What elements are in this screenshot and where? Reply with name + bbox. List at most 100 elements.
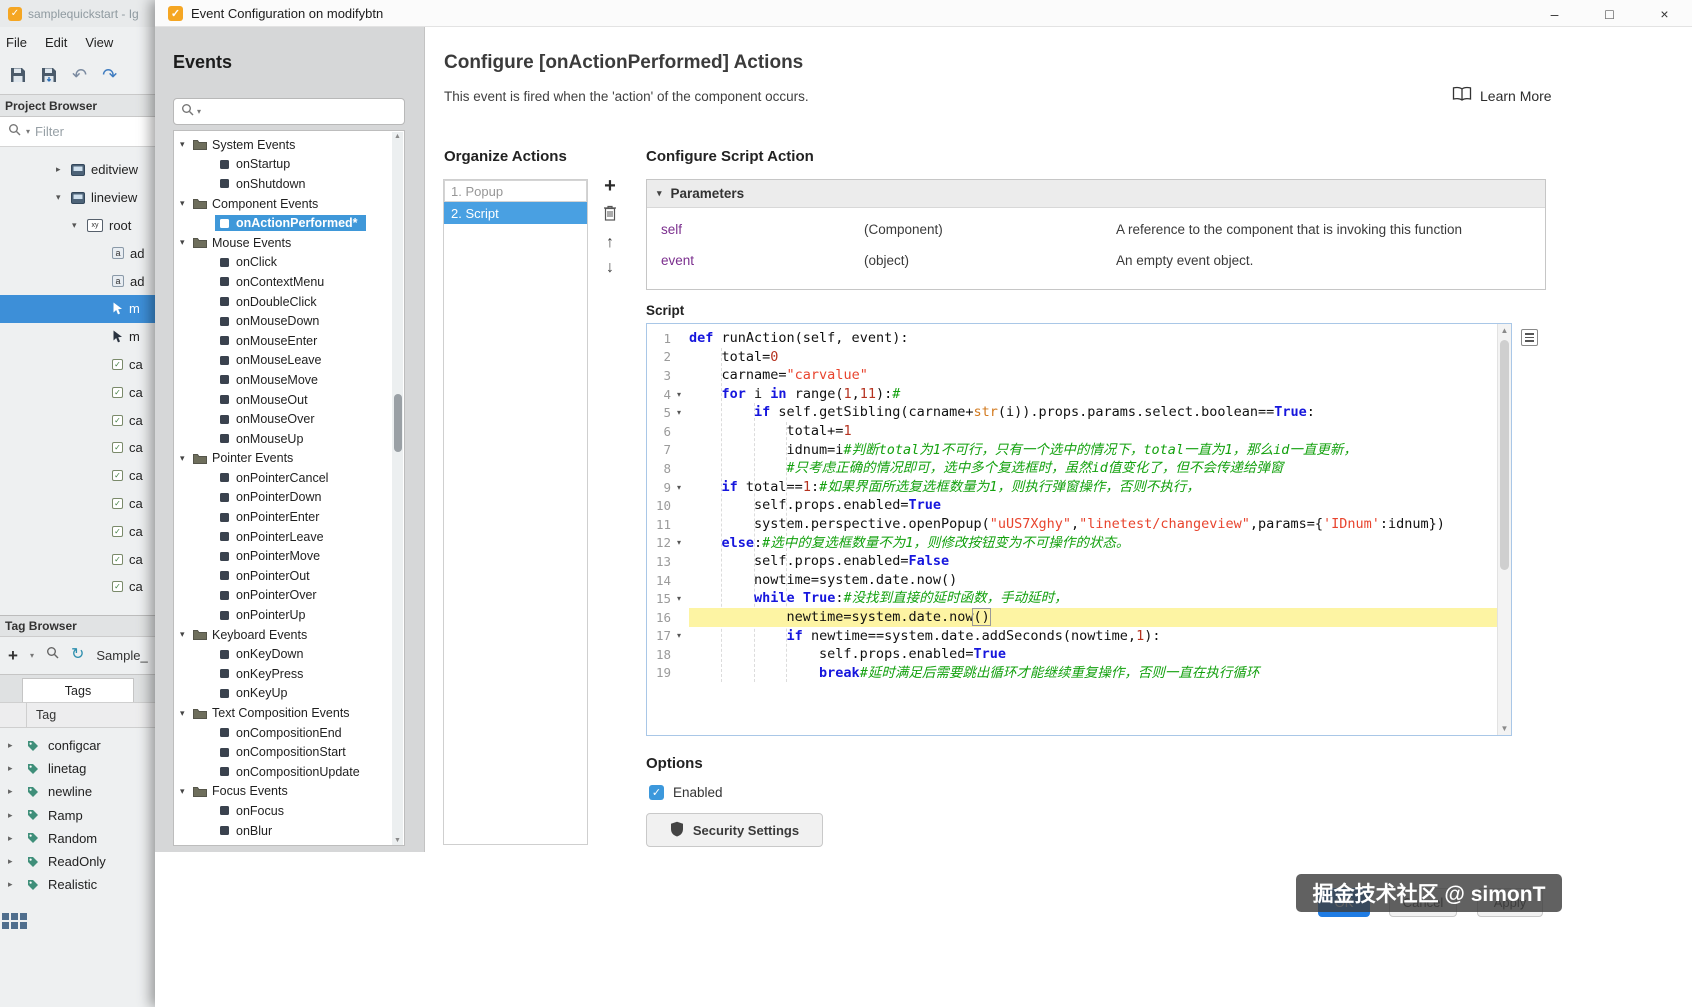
chevron-down-icon[interactable]: ▾ xyxy=(180,139,193,150)
tag-row-newline[interactable]: ▸newline xyxy=(0,780,155,803)
code-line-15[interactable]: while True:#没找到直接的延时函数，手动延时， xyxy=(689,589,1497,608)
tag-provider-select[interactable]: Sample_ xyxy=(96,648,147,663)
scroll-up-icon[interactable]: ▲ xyxy=(392,133,403,140)
event-item-onkeypress[interactable]: onKeyPress xyxy=(174,664,404,684)
event-item-onfocus[interactable]: onFocus xyxy=(174,801,404,821)
event-item-onkeyup[interactable]: onKeyUp xyxy=(174,684,404,704)
chevron-right-icon[interactable]: ▸ xyxy=(8,763,18,774)
project-filter-input[interactable]: ▾ Filter xyxy=(0,117,155,147)
event-item-onpointerout[interactable]: onPointerOut xyxy=(174,566,404,586)
event-group-keyboard-events[interactable]: ▾Keyboard Events xyxy=(174,625,404,645)
tag-row-random[interactable]: ▸Random xyxy=(0,827,155,850)
add-action-button[interactable]: + xyxy=(604,176,616,196)
code-line-19[interactable]: break#延时满足后需要跳出循环才能继续重复操作，否则一直在执行循环 xyxy=(689,664,1497,683)
code-line-4[interactable]: for i in range(1,11):# xyxy=(689,385,1497,404)
project-tree-item[interactable]: ✓ca xyxy=(0,378,155,406)
add-tag-button[interactable]: + xyxy=(8,647,18,664)
code-line-6[interactable]: total+=1 xyxy=(689,422,1497,441)
event-item-onmouseover[interactable]: onMouseOver xyxy=(174,409,404,429)
scrollbar-thumb[interactable] xyxy=(1500,340,1509,570)
code-line-8[interactable]: #只考虑正确的情况即可，选中多个复选框时，虽然id值变化了，但不会传递给弹窗 xyxy=(689,459,1497,478)
event-item-onmousemove[interactable]: onMouseMove xyxy=(174,370,404,390)
action-item-1[interactable]: 1. Popup xyxy=(444,180,587,202)
tag-row-ramp[interactable]: ▸Ramp xyxy=(0,804,155,827)
refresh-icon[interactable]: ↻ xyxy=(71,647,84,663)
code-line-5[interactable]: if self.getSibling(carname+str(i)).props… xyxy=(689,403,1497,422)
project-tree-item[interactable]: ✓ca xyxy=(0,406,155,434)
project-tree-item[interactable]: m xyxy=(0,295,155,323)
enabled-checkbox[interactable]: ✓ xyxy=(649,785,664,800)
project-tree-item[interactable]: ▾lineview xyxy=(0,184,155,212)
event-item-onpointerenter[interactable]: onPointerEnter xyxy=(174,507,404,527)
event-item-onpointermove[interactable]: onPointerMove xyxy=(174,546,404,566)
project-tree-item[interactable]: ✓ca xyxy=(0,517,155,545)
chevron-down-icon[interactable]: ▾ xyxy=(180,786,193,797)
save-all-icon[interactable] xyxy=(41,67,57,83)
project-tree-item[interactable]: ▾xyroot xyxy=(0,212,155,240)
project-tree-item[interactable]: ✓ca xyxy=(0,462,155,490)
action-item-2[interactable]: 2. Script xyxy=(444,202,587,224)
code-line-10[interactable]: self.props.enabled=True xyxy=(689,496,1497,515)
chevron-down-icon[interactable]: ▾ xyxy=(180,629,193,640)
security-settings-button[interactable]: Security Settings xyxy=(646,813,823,847)
move-down-button[interactable]: ↓ xyxy=(606,260,614,276)
chevron-right-icon[interactable]: ▸ xyxy=(8,856,18,867)
close-button[interactable]: × xyxy=(1637,0,1692,27)
scrollbar-thumb[interactable] xyxy=(394,394,402,452)
event-item-onpointerover[interactable]: onPointerOver xyxy=(174,586,404,606)
events-search-input[interactable]: ▾ xyxy=(173,98,405,125)
event-item-onpointercancel[interactable]: onPointerCancel xyxy=(174,468,404,488)
code-fold-icon[interactable]: ▾ xyxy=(671,483,687,492)
code-line-12[interactable]: else:#选中的复选框数量不为1，则修改按钮变为不可操作的状态。 xyxy=(689,534,1497,553)
event-item-onclick[interactable]: onClick xyxy=(174,253,404,273)
code-line-11[interactable]: system.perspective.openPopup("uUS7Xghy",… xyxy=(689,515,1497,534)
chevron-down-icon[interactable]: ▾ xyxy=(72,220,87,231)
event-group-pointer-events[interactable]: ▾Pointer Events xyxy=(174,449,404,469)
chevron-down-icon[interactable]: ▾ xyxy=(180,198,193,209)
project-tree-item[interactable]: ✓ca xyxy=(0,434,155,462)
event-item-onmouseenter[interactable]: onMouseEnter xyxy=(174,331,404,351)
undo-icon[interactable]: ↶ xyxy=(72,66,87,84)
code-fold-icon[interactable]: ▾ xyxy=(671,631,687,640)
editor-code[interactable]: def runAction(self, event): total=0 carn… xyxy=(689,329,1497,682)
tab-tags[interactable]: Tags xyxy=(22,678,134,703)
project-tree-item[interactable]: ✓ca xyxy=(0,545,155,573)
event-group-component-events[interactable]: ▾Component Events xyxy=(174,194,404,214)
chevron-right-icon[interactable]: ▸ xyxy=(8,810,18,821)
event-item-onshutdown[interactable]: onShutdown xyxy=(174,174,404,194)
event-item-onstartup[interactable]: onStartup xyxy=(174,155,404,175)
event-item-onmouseleave[interactable]: onMouseLeave xyxy=(174,351,404,371)
scroll-down-icon[interactable]: ▼ xyxy=(392,837,403,844)
menu-view[interactable]: View xyxy=(79,30,125,57)
tag-row-configcar[interactable]: ▸configcar xyxy=(0,734,155,757)
project-tree-item[interactable]: ▸editview xyxy=(0,156,155,184)
event-item-onpointerdown[interactable]: onPointerDown xyxy=(174,488,404,508)
event-item-onblur[interactable]: onBlur xyxy=(174,821,404,841)
event-group-focus-events[interactable]: ▾Focus Events xyxy=(174,782,404,802)
event-item-onmousedown[interactable]: onMouseDown xyxy=(174,311,404,331)
code-line-17[interactable]: if newtime==system.date.addSeconds(nowti… xyxy=(689,627,1497,646)
event-item-oncontextmenu[interactable]: onContextMenu xyxy=(174,272,404,292)
editor-menu-icon[interactable] xyxy=(1521,329,1538,346)
chevron-down-icon[interactable]: ▾ xyxy=(180,237,193,248)
project-tree-item[interactable]: m xyxy=(0,323,155,351)
code-line-9[interactable]: if total==1:#如果界面所选复选框数量为1，则执行弹窗操作，否则不执行… xyxy=(689,478,1497,497)
event-group-text-composition-events[interactable]: ▾Text Composition Events xyxy=(174,703,404,723)
event-item-oncompositionstart[interactable]: onCompositionStart xyxy=(174,742,404,762)
menu-file[interactable]: File xyxy=(0,30,39,57)
code-line-2[interactable]: total=0 xyxy=(689,348,1497,367)
event-item-oncompositionupdate[interactable]: onCompositionUpdate xyxy=(174,762,404,782)
project-tree-item[interactable]: aad xyxy=(0,267,155,295)
learn-more-link[interactable]: Learn More xyxy=(1452,86,1552,105)
event-item-onpointerup[interactable]: onPointerUp xyxy=(174,605,404,625)
tag-column-header[interactable]: Tag xyxy=(0,702,155,728)
maximize-button[interactable]: □ xyxy=(1582,0,1637,27)
chevron-right-icon[interactable]: ▸ xyxy=(8,740,18,751)
menu-edit[interactable]: Edit xyxy=(39,30,79,57)
parameters-header[interactable]: ▾ Parameters xyxy=(647,180,1545,208)
chevron-right-icon[interactable]: ▸ xyxy=(8,786,18,797)
event-item-ondoubleclick[interactable]: onDoubleClick xyxy=(174,292,404,312)
move-up-button[interactable]: ↑ xyxy=(606,235,614,251)
event-item-onmouseout[interactable]: onMouseOut xyxy=(174,390,404,410)
script-editor[interactable]: 1234▾5▾6789▾101112▾131415▾1617▾1819 def … xyxy=(646,323,1512,736)
